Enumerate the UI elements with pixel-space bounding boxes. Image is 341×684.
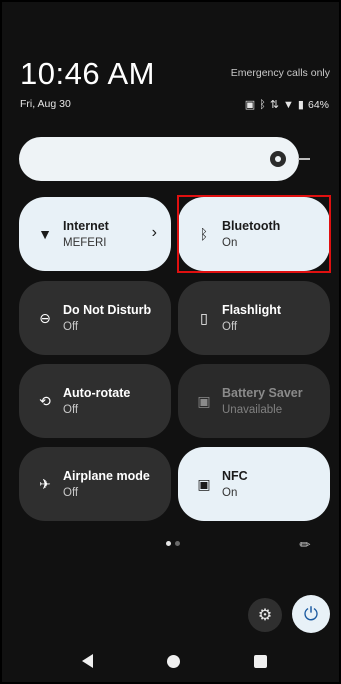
tile-title: Do Not Disturb xyxy=(63,303,152,317)
nfc-status-icon: ▣ xyxy=(244,99,256,111)
tile-auto-rotate[interactable]: ⟲ Auto-rotate Off xyxy=(19,364,171,438)
tile-internet[interactable]: ▼ Internet MEFERI › xyxy=(19,197,171,271)
clock[interactable]: 10:46 AM xyxy=(20,56,155,92)
tile-subtitle: Off xyxy=(63,487,79,499)
tile-title: Internet xyxy=(63,219,109,233)
tile-title: Auto-rotate xyxy=(63,386,131,400)
page-indicator xyxy=(166,541,180,546)
nav-home-button[interactable] xyxy=(167,655,180,668)
wifi-icon: ▼ xyxy=(38,226,52,242)
tile-subtitle: Off xyxy=(63,404,79,416)
tile-subtitle: Off xyxy=(63,321,79,333)
tile-title: Airplane mode xyxy=(63,469,150,483)
date-text[interactable]: Fri, Aug 30 xyxy=(20,98,71,110)
tile-flashlight[interactable]: ▯ Flashlight Off xyxy=(178,281,330,355)
tile-title: Bluetooth xyxy=(222,219,281,233)
brightness-slider[interactable] xyxy=(19,137,299,181)
dnd-icon: ⊖ xyxy=(39,309,51,326)
tile-subtitle: MEFERI xyxy=(63,237,107,249)
rotate-icon: ⟲ xyxy=(39,392,51,409)
tile-do-not-disturb[interactable]: ⊖ Do Not Disturb Off xyxy=(19,281,171,355)
power-icon: ⏻ xyxy=(303,603,319,624)
battery-icon: ▮ xyxy=(297,99,304,111)
tile-title: NFC xyxy=(222,469,248,483)
tile-battery-saver[interactable]: ▣ Battery Saver Unavailable xyxy=(178,364,330,438)
tile-bluetooth[interactable]: ᛒ Bluetooth On xyxy=(178,197,330,271)
emergency-calls-text: Emergency calls only xyxy=(230,67,330,79)
data-arrows-icon: ⇅ xyxy=(269,99,280,111)
power-button[interactable]: ⏻ xyxy=(292,595,330,633)
page-dot-active xyxy=(166,541,171,546)
tile-nfc[interactable]: ▣ NFC On xyxy=(178,447,330,521)
tile-airplane-mode[interactable]: ✈ Airplane mode Off xyxy=(19,447,171,521)
tile-subtitle: Off xyxy=(222,321,238,333)
nav-recents-button[interactable] xyxy=(254,655,267,668)
nav-back-button[interactable] xyxy=(82,654,93,668)
nfc-icon: ▣ xyxy=(197,475,211,492)
tile-title: Battery Saver xyxy=(222,386,303,400)
settings-button[interactable]: ⚙ xyxy=(248,598,282,632)
tile-subtitle: On xyxy=(222,237,238,249)
chevron-right-icon[interactable]: › xyxy=(152,224,157,242)
tile-title: Flashlight xyxy=(222,303,282,317)
tile-subtitle: Unavailable xyxy=(222,404,283,416)
battery-percent: 64% xyxy=(307,98,329,111)
gear-icon: ⚙ xyxy=(257,607,273,624)
brightness-track[interactable] xyxy=(298,158,310,160)
status-icons: ▣ ᛒ ⇅ ▼ ▮ 64% xyxy=(244,98,329,112)
tile-subtitle: On xyxy=(222,487,238,499)
brightness-icon xyxy=(270,151,286,167)
battery-saver-icon: ▣ xyxy=(197,392,211,409)
airplane-icon: ✈ xyxy=(39,475,51,492)
page-dot xyxy=(175,541,180,546)
bluetooth-icon: ᛒ xyxy=(199,226,209,242)
bluetooth-status-icon: ᛒ xyxy=(259,98,266,111)
flashlight-icon: ▯ xyxy=(200,309,208,326)
wifi-status-icon: ▼ xyxy=(283,98,294,111)
